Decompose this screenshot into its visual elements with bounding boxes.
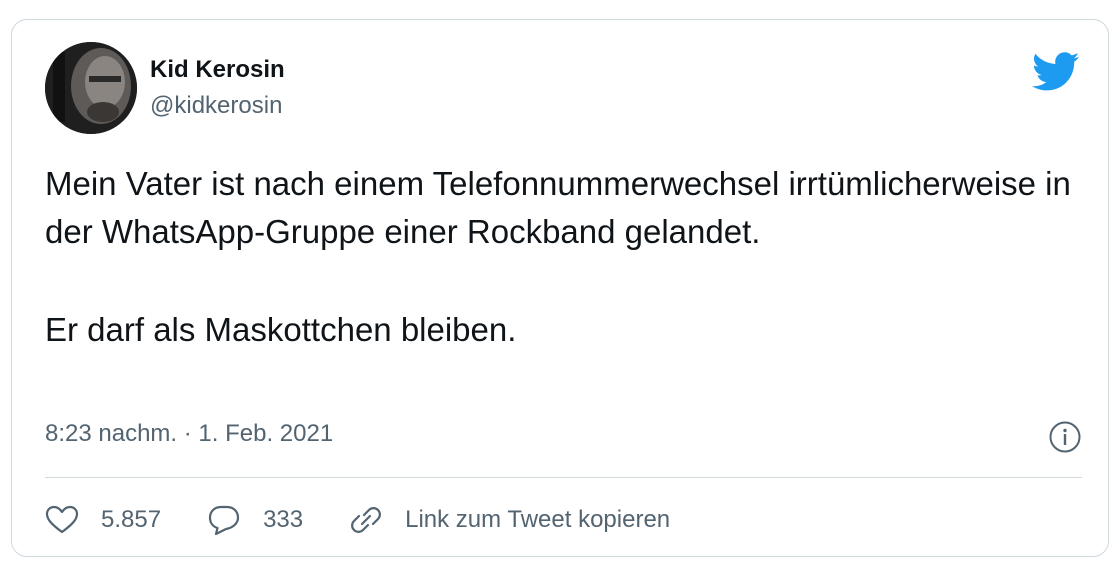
tweet-text-paragraph: Mein Vater ist nach einem Telefonnummerw… <box>45 165 1071 250</box>
tweet-text: Mein Vater ist nach einem Telefonnummerw… <box>45 160 1085 354</box>
reply-button[interactable]: 333 <box>207 505 303 535</box>
copy-link-button[interactable]: Link zum Tweet kopieren <box>349 505 670 535</box>
tweet-card: Kid Kerosin @kidkerosin Mein Vater ist n… <box>11 19 1109 557</box>
heart-icon <box>45 505 79 534</box>
like-count: 5.857 <box>101 506 162 533</box>
author-name[interactable]: Kid Kerosin <box>150 56 285 84</box>
copy-link-label: Link zum Tweet kopieren <box>405 506 671 533</box>
tweet-actions: 5.857 333 Link zum Tweet kopieren <box>45 500 716 540</box>
info-icon[interactable] <box>1048 420 1082 454</box>
tweet-text-paragraph: Er darf als Maskottchen bleiben. <box>45 311 517 348</box>
author-handle[interactable]: @kidkerosin <box>150 92 282 120</box>
avatar[interactable] <box>45 42 137 134</box>
like-button[interactable]: 5.857 <box>45 505 161 535</box>
tweet-timestamp[interactable]: 8:23 nachm. · 1. Feb. 2021 <box>45 420 333 448</box>
reply-count: 333 <box>263 506 304 533</box>
divider <box>45 477 1082 478</box>
twitter-bird-icon[interactable] <box>1032 52 1080 92</box>
link-icon <box>351 507 382 533</box>
speech-bubble-icon <box>208 505 240 535</box>
